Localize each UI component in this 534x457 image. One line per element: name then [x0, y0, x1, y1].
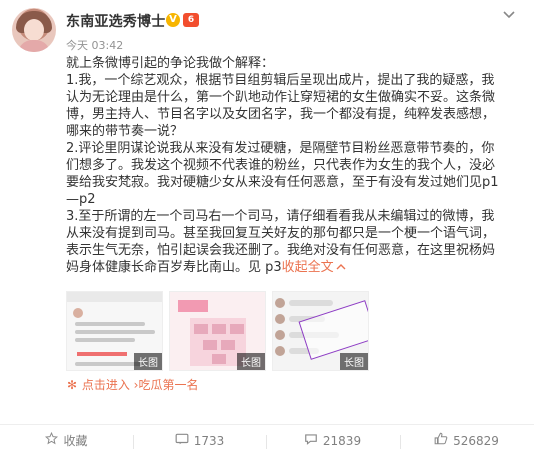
chevron-down-icon[interactable] — [502, 8, 516, 24]
action-bar: 收藏 1733 21839 526829 — [0, 424, 534, 457]
image-thumbnails: 长图 长图 长图 — [66, 291, 369, 371]
post-line-point-2: 2.评论里阴谋论说我从来没有发过硬糖，是隔壁节目粉丝恶意带节奏的，你们想多了。我… — [66, 141, 499, 207]
avatar[interactable] — [12, 8, 56, 52]
collapse-text-link[interactable]: 收起全文 — [282, 260, 346, 275]
long-image-tag: 长图 — [237, 353, 265, 370]
post-line-intro: 就上条微博引起的争论我做个解释： — [66, 56, 275, 71]
post-line-point-3-text: 3.至于所谓的左一个司马右一个司马，请仔细看看我从未编辑过的微博，我从来没有提到… — [66, 209, 496, 275]
flower-icon: ✻ — [66, 378, 78, 392]
favorite-button[interactable]: 收藏 — [0, 425, 133, 457]
thumbnail-image-2[interactable]: 长图 — [169, 291, 266, 371]
comment-button[interactable]: 21839 — [266, 425, 399, 457]
like-count: 526829 — [453, 434, 499, 448]
post-line-point-1: 1.我，一个综艺观众，根据节目组剪辑后呈现出成片，提出了我的疑惑，我认为无论理由… — [66, 73, 496, 139]
thumbnail-image-1[interactable]: 长图 — [66, 291, 163, 371]
weibo-post-card: 东南亚选秀博士 V 6 今天 03:42 就上条微博引起的争论我做个解释： 1.… — [0, 0, 534, 457]
post-line-point-3: 3.至于所谓的左一个司马右一个司马，请仔细看看我从未编辑过的微博，我从来没有提到… — [66, 208, 506, 276]
comment-count: 21839 — [322, 434, 362, 448]
thumbnail-image-3[interactable]: 长图 — [272, 291, 369, 371]
repost-icon — [175, 425, 189, 457]
long-image-tag: 长图 — [134, 353, 162, 370]
long-image-tag: 长图 — [340, 353, 368, 370]
like-button[interactable]: 526829 — [400, 425, 533, 457]
chevron-up-icon — [336, 264, 346, 270]
star-icon — [45, 425, 59, 457]
verified-badge-icon: V — [166, 13, 180, 27]
thumbs-up-icon — [434, 425, 448, 457]
level-badge-icon: 6 — [183, 13, 199, 27]
topic-label: 点击进入 ›吃瓜第一名 — [81, 378, 199, 392]
post-text: 就上条微博引起的争论我做个解释： 1.我，一个综艺观众，根据节目组剪辑后呈现出成… — [66, 55, 506, 276]
favorite-label: 收藏 — [63, 434, 88, 448]
repost-button[interactable]: 1733 — [133, 425, 266, 457]
post-time[interactable]: 今天 03:42 — [66, 37, 123, 53]
comment-icon — [304, 425, 318, 457]
topic-link[interactable]: ✻ 点击进入 ›吃瓜第一名 — [66, 376, 198, 393]
author-name[interactable]: 东南亚选秀博士 — [66, 11, 165, 31]
repost-count: 1733 — [193, 434, 225, 448]
